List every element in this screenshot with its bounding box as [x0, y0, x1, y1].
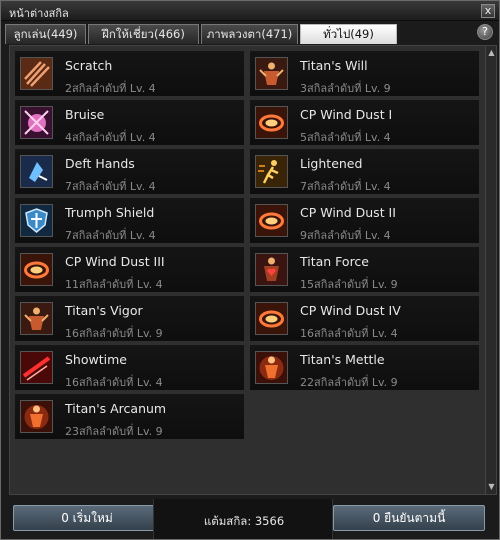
skill-slot-deft-hands[interactable]: Deft Hands 7สกิลลำดับที่ Lv. 4 [15, 149, 244, 196]
skill-level: 9สกิลลำดับที่ Lv. 4 [300, 229, 391, 242]
footer-bar: 0 เริ่มใหม่ แต้มสกิล: 3566 0 ยืนยันตามนี… [1, 499, 499, 539]
skill-slot-bruise[interactable]: Bruise 4สกิลลำดับที่ Lv. 4 [15, 100, 244, 147]
skill-level: 3สกิลลำดับที่ Lv. 9 [300, 82, 391, 95]
title-bar[interactable]: หน้าต่างสกิล x [1, 1, 499, 21]
skill-name: CP Wind Dust IV [300, 303, 401, 318]
tab-general[interactable]: ทั่วไป(49) [300, 24, 397, 44]
skill-level: 15สกิลลำดับที่ Lv. 9 [300, 278, 398, 291]
claw-scratch-icon [20, 57, 53, 90]
skill-slot-cp-wind-dust-4[interactable]: CP Wind Dust IV 16สกิลลำดับที่ Lv. 4 [250, 296, 479, 343]
skill-slot-cp-wind-dust-2[interactable]: CP Wind Dust II 9สกิลลำดับที่ Lv. 4 [250, 198, 479, 245]
skill-slot-lightened[interactable]: Lightened 7สกิลลำดับที่ Lv. 4 [250, 149, 479, 196]
wind-ring-icon [255, 204, 288, 237]
skill-slot-titans-vigor[interactable]: Titan's Vigor 16สกิลลำดับที่ Lv. 9 [15, 296, 244, 343]
titan-figure-icon [20, 302, 53, 335]
titan-aura-icon [20, 400, 53, 433]
skill-name: Scratch [65, 58, 113, 73]
skill-slot-titan-force[interactable]: Titan Force 15สกิลลำดับที่ Lv. 9 [250, 247, 479, 294]
tab-mastery[interactable]: ฝึกให้เชี่ยว(466) [88, 24, 199, 44]
skill-level: 7สกิลลำดับที่ Lv. 4 [300, 180, 391, 193]
scroll-up-icon[interactable]: ▲ [487, 48, 496, 58]
skill-name: Trumph Shield [65, 205, 155, 220]
wind-ring-icon [255, 106, 288, 139]
skill-name: Showtime [65, 352, 127, 367]
tab-illusion[interactable]: ภาพลวงตา(471) [201, 24, 298, 44]
skill-points: แต้มสกิล: 3566 [203, 514, 285, 528]
skill-level: 16สกิลลำดับที่ Lv. 9 [65, 327, 163, 340]
running-figure-icon [255, 155, 288, 188]
skill-name: Titan Force [300, 254, 370, 269]
skill-name: CP Wind Dust II [300, 205, 396, 220]
skill-slot-cp-wind-dust-3[interactable]: CP Wind Dust III 11สกิลลำดับที่ Lv. 4 [15, 247, 244, 294]
skill-slot-showtime[interactable]: Showtime 16สกิลลำดับที่ Lv. 4 [15, 345, 244, 392]
skill-level: 4สกิลลำดับที่ Lv. 4 [65, 131, 156, 144]
skill-slot-trumph-shield[interactable]: Trumph Shield 7สกิลลำดับที่ Lv. 4 [15, 198, 244, 245]
skill-level: 7สกิลลำดับที่ Lv. 4 [65, 229, 156, 242]
pink-burst-icon [20, 106, 53, 139]
scrollbar[interactable]: ▲ ▼ [485, 45, 497, 495]
skill-level: 11สกิลลำดับที่ Lv. 4 [65, 278, 163, 291]
skill-level: 23สกิลลำดับที่ Lv. 9 [65, 425, 163, 438]
skill-name: CP Wind Dust I [300, 107, 393, 122]
skill-level: 2สกิลลำดับที่ Lv. 4 [65, 82, 156, 95]
reset-button[interactable]: 0 เริ่มใหม่ [13, 505, 161, 531]
red-slash-icon [20, 351, 53, 384]
skill-name: Titan's Mettle [300, 352, 385, 367]
skill-window: หน้าต่างสกิล x ลูกเล่น(449) ฝึกให้เชี่ยว… [0, 0, 500, 540]
hands-shape-icon [20, 155, 53, 188]
scroll-down-icon[interactable]: ▼ [487, 482, 496, 492]
skill-name: CP Wind Dust III [65, 254, 165, 269]
skill-name: Titan's Vigor [65, 303, 143, 318]
help-icon[interactable]: ? [477, 24, 493, 40]
wind-ring-icon [20, 253, 53, 286]
skill-points-box: แต้มสกิล: 3566 [153, 499, 333, 539]
skill-slot-titans-arcanum[interactable]: Titan's Arcanum 23สกิลลำดับที่ Lv. 9 [15, 394, 244, 441]
skill-name: Deft Hands [65, 156, 135, 171]
skill-slot-scratch[interactable]: Scratch 2สกิลลำดับที่ Lv. 4 [15, 51, 244, 98]
titan-heart-icon [255, 253, 288, 286]
skill-slot-titans-will[interactable]: Titan's Will 3สกิลลำดับที่ Lv. 9 [250, 51, 479, 98]
skill-level: 22สกิลลำดับที่ Lv. 9 [300, 376, 398, 389]
skill-slot-titans-mettle[interactable]: Titan's Mettle 22สกิลลำดับที่ Lv. 9 [250, 345, 479, 392]
window-title: หน้าต่างสกิล [9, 7, 69, 20]
skill-level: 5สกิลลำดับที่ Lv. 4 [300, 131, 391, 144]
skill-level: 7สกิลลำดับที่ Lv. 4 [65, 180, 156, 193]
skill-slot-cp-wind-dust-1[interactable]: CP Wind Dust I 5สกิลลำดับที่ Lv. 4 [250, 100, 479, 147]
skill-name: Titan's Arcanum [65, 401, 167, 416]
skill-tabs: ลูกเล่น(449) ฝึกให้เชี่ยว(466) ภาพลวงตา(… [5, 24, 495, 44]
confirm-button[interactable]: 0 ยืนยันตามนี้ [333, 505, 485, 531]
titan-aura-icon [255, 351, 288, 384]
skill-level: 16สกิลลำดับที่ Lv. 4 [300, 327, 398, 340]
titan-figure-icon [255, 57, 288, 90]
skill-name: Lightened [300, 156, 363, 171]
tab-tricks[interactable]: ลูกเล่น(449) [5, 24, 86, 44]
skill-name: Bruise [65, 107, 105, 122]
skill-name: Titan's Will [300, 58, 368, 73]
close-icon[interactable]: x [481, 4, 495, 18]
skill-level: 16สกิลลำดับที่ Lv. 4 [65, 376, 163, 389]
shield-icon [20, 204, 53, 237]
skill-list-panel: Scratch 2สกิลลำดับที่ Lv. 4 Bruise 4สกิล… [9, 45, 486, 495]
wind-ring-icon [255, 302, 288, 335]
